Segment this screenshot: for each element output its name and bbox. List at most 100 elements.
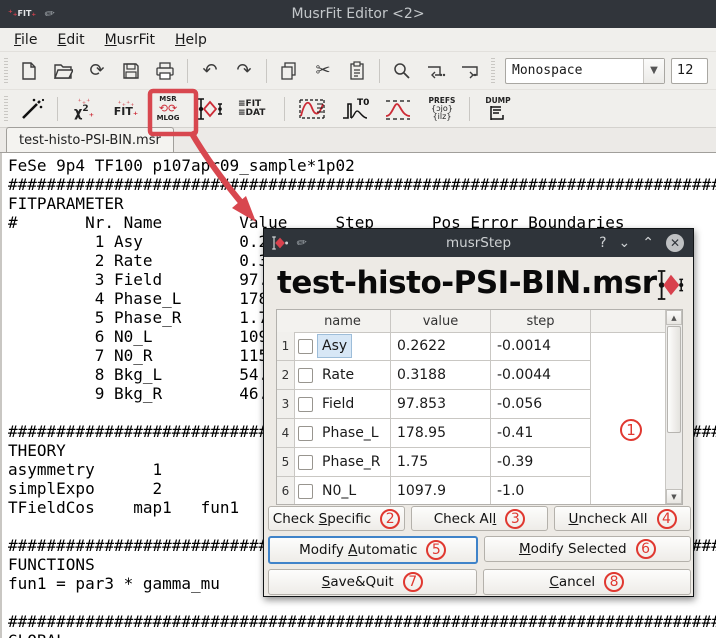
name-cell[interactable]: Asy [295,332,391,361]
cancel-button[interactable]: Cancel 8 [483,569,692,595]
row-checkbox[interactable] [298,368,313,383]
menu-edit[interactable]: Edit [47,30,94,50]
redo-button[interactable]: ↷ [231,58,257,84]
swap-msr-mlog-icon[interactable]: MSR ⟲⟳ MLOG [148,93,188,125]
msr-wizard-wand-icon[interactable] [13,93,51,125]
table-row[interactable]: 1 Asy 0.2622 -0.0014 [277,332,665,361]
minimize-button[interactable]: ⌄ [619,235,631,251]
find-next-button[interactable] [423,58,449,84]
value-cell[interactable]: 1097.9 [391,477,491,504]
value-cell[interactable]: 0.2622 [391,332,491,361]
save-quit-button[interactable]: Save&Quit 7 [268,569,477,595]
table-header: name value step [277,310,665,333]
modify-selected-button[interactable]: Modify Selected 6 [484,536,692,562]
undo-button[interactable]: ↶ [197,58,223,84]
check-specific-button[interactable]: Check Specific 2 [268,506,405,531]
menu-file[interactable]: File [4,30,47,50]
copy-button[interactable] [276,58,302,84]
musrview-icon[interactable] [291,93,333,125]
help-button[interactable]: ? [599,235,606,251]
window-title: MusrFit Editor <2> [0,6,716,22]
maximize-button[interactable]: ⌃ [642,235,654,251]
param-name: N0_L [317,479,361,503]
font-family-value: Monospace [506,63,643,78]
name-cell[interactable]: Phase_L [295,419,391,448]
step-cell[interactable]: -0.056 [491,390,591,419]
row-checkbox[interactable] [298,484,313,499]
toolbar-drag-handle[interactable] [2,96,10,122]
toolbar-drag-handle[interactable] [489,58,497,84]
print-button[interactable] [152,58,178,84]
name-cell[interactable]: Phase_R [295,448,391,477]
value-cell[interactable]: 178.95 [391,419,491,448]
table-scrollbar[interactable]: ▲ ▼ [665,310,682,504]
check-all-button[interactable]: Check All 3 [411,506,548,531]
header-step[interactable]: step [491,310,591,332]
annotation-badge-7: 7 [403,572,423,592]
table-body: 1 Asy 0.2622 -0.0014 2 Rate 0.3188 -0.00… [277,332,665,504]
name-cell[interactable]: Rate [295,361,391,390]
name-cell[interactable]: Field [295,390,391,419]
musrfit-toolbar: ⁺₊⁺ χ2₊ ⁺₊⁺₊ FIT₊ MSR ⟲⟳ MLOG ≡FIT ≡DAT [0,90,716,128]
toolbar-separator [187,59,188,83]
value-cell[interactable]: 0.3188 [391,361,491,390]
annotation-badge-3: 3 [505,509,525,529]
step-cell[interactable]: -0.0044 [491,361,591,390]
toolbar-drag-handle[interactable] [2,58,10,84]
tab-test-histo-psi-bin[interactable]: test-histo-PSI-BIN.msr [6,127,174,152]
close-button[interactable]: ✕ [666,234,684,252]
paste-button[interactable] [344,58,370,84]
open-file-button[interactable] [50,58,76,84]
annotation-badge-6: 6 [636,539,656,559]
calc-chisq-icon[interactable]: ⁺₊⁺ χ2₊ [64,93,104,125]
row-checkbox[interactable] [298,455,313,470]
main-toolbar: ⟳ ↶ ↷ ✂ Monospace ▼ 12 [0,52,716,90]
table-row[interactable]: 3 Field 97.853 -0.056 [277,390,665,419]
header-value[interactable]: value [391,310,491,332]
musrfit-run-icon[interactable]: ⁺₊⁺₊ FIT₊ [106,93,146,125]
param-name: Field [317,392,359,416]
replace-button[interactable] [457,58,483,84]
save-file-button[interactable] [118,58,144,84]
value-cell[interactable]: 97.853 [391,390,491,419]
reload-file-button[interactable]: ⟳ [84,58,110,84]
step-cell[interactable]: -0.41 [491,419,591,448]
table-row[interactable]: 6 N0_L 1097.9 -1.0 [277,477,665,504]
row-checkbox[interactable] [298,426,313,441]
msr2data-icon[interactable]: ≡FIT ≡DAT [232,93,278,125]
musrfourier-icon[interactable] [377,93,419,125]
dump-header-icon[interactable]: DUMP [476,93,520,125]
row-checkbox[interactable] [298,397,313,412]
musrstep-icon[interactable] [190,93,230,125]
modify-automatic-button[interactable]: Modify Automatic 5 [268,536,478,564]
parameter-table: name value step 1 Asy 0.2622 -0.0014 2 [276,309,683,505]
menu-musrfit[interactable]: MusrFit [95,30,165,50]
new-file-button[interactable] [16,58,42,84]
chevron-down-icon[interactable]: ▼ [643,59,664,83]
row-checkbox[interactable] [298,339,313,354]
font-size-spinbox[interactable]: 12 [671,58,708,84]
svg-text:T0: T0 [357,98,369,108]
step-cell[interactable]: -0.39 [491,448,591,477]
musrt0-icon[interactable]: T0 [335,93,375,125]
scroll-down-icon[interactable]: ▼ [666,489,682,504]
font-family-combobox[interactable]: Monospace ▼ [505,58,665,84]
param-name: Phase_L [317,421,384,445]
menu-help[interactable]: Help [165,30,217,50]
header-name[interactable]: name [295,310,391,332]
scroll-up-icon[interactable]: ▲ [666,310,682,325]
prefs-icon[interactable]: PREFS {ɔjo} {ilz} [421,93,463,125]
step-cell[interactable]: -1.0 [491,477,591,504]
step-cell[interactable]: -0.0014 [491,332,591,361]
find-button[interactable] [389,58,415,84]
scrollbar-thumb[interactable] [667,326,681,433]
cut-button[interactable]: ✂ [310,58,336,84]
table-row[interactable]: 4 Phase_L 178.95 -0.41 [277,419,665,448]
table-row[interactable]: 5 Phase_R 1.75 -0.39 [277,448,665,477]
uncheck-all-button[interactable]: Uncheck All 4 [554,506,691,531]
name-cell[interactable]: N0_L [295,477,391,504]
toolbar-separator [57,97,58,121]
table-row[interactable]: 2 Rate 0.3188 -0.0044 [277,361,665,390]
value-cell[interactable]: 1.75 [391,448,491,477]
toolbar-separator [469,97,470,121]
